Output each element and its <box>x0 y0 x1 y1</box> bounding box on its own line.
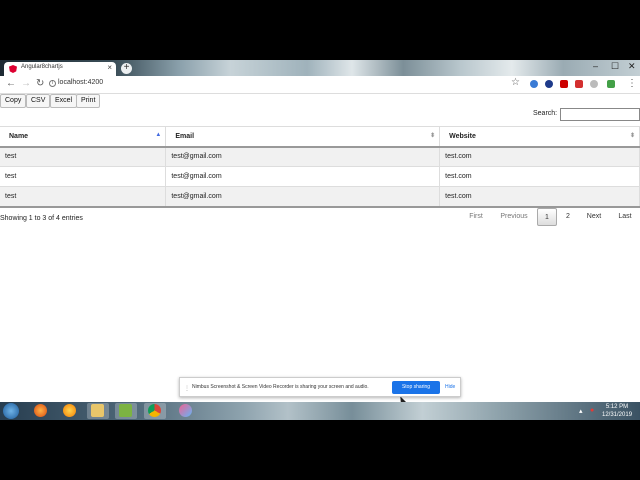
cell-name: test <box>0 166 167 187</box>
pager-page-1[interactable]: 1 <box>537 208 557 226</box>
minimize-button[interactable]: – <box>593 61 598 71</box>
table-row: test test@gmail.com test.com <box>0 146 640 167</box>
info-icon[interactable]: i <box>49 80 56 87</box>
menu-icon[interactable]: ⋮ <box>627 78 637 89</box>
column-header-name[interactable]: Name ▲ <box>0 126 167 148</box>
browser-tabstrip: Angular8chartjs × + – ☐ ✕ <box>0 60 640 76</box>
chrome-icon <box>148 404 161 417</box>
forward-icon[interactable]: → <box>21 78 31 89</box>
clock-date: 12/31/2019 <box>602 412 633 418</box>
share-message: Nimbus Screenshot & Screen Video Recorde… <box>192 384 369 390</box>
screen-share-bar: ⋮ Nimbus Screenshot & Screen Video Recor… <box>179 377 461 397</box>
table-row: test test@gmail.com test.com <box>0 166 640 187</box>
table-row: test test@gmail.com test.com <box>0 186 640 208</box>
tray-app-icon[interactable]: ● <box>590 407 594 414</box>
extension-icon[interactable] <box>530 80 538 88</box>
firefox-icon <box>34 404 47 417</box>
screen: Angular8chartjs × + – ☐ ✕ ← → ↻ i localh… <box>0 60 640 420</box>
app-icon <box>63 404 76 417</box>
sort-icon: ⬍ <box>629 133 635 139</box>
taskbar-app[interactable] <box>115 403 137 419</box>
cell-email: test@gmail.com <box>165 186 441 208</box>
tab-title: Angular8chartjs <box>21 64 63 70</box>
column-header-website[interactable]: Website ⬍ <box>439 126 640 148</box>
clock[interactable]: 5:12 PM 12/31/2019 <box>602 403 632 419</box>
close-icon[interactable]: × <box>107 63 112 72</box>
address-bar: ← → ↻ i localhost:4200 ☆ ⋮ <box>0 76 640 94</box>
cell-email: test@gmail.com <box>165 166 441 187</box>
pager-next[interactable]: Next <box>582 208 606 226</box>
paint-icon <box>179 404 192 417</box>
folder-icon <box>91 404 104 417</box>
cell-email: test@gmail.com <box>165 146 441 167</box>
extension-icon[interactable] <box>590 80 598 88</box>
table-info: Showing 1 to 3 of 4 entries <box>0 215 83 222</box>
chart-app-icon <box>119 404 132 417</box>
header-label: Email <box>175 132 195 140</box>
search-label: Search: <box>533 110 558 117</box>
cell-website: test.com <box>439 166 640 187</box>
cell-website: test.com <box>439 146 640 167</box>
column-header-email[interactable]: Email ⬍ <box>165 126 441 148</box>
excel-button[interactable]: Excel <box>50 94 78 108</box>
csv-button[interactable]: CSV <box>26 94 51 108</box>
drag-handle-icon[interactable]: ⋮ <box>184 385 190 392</box>
sort-icon: ⬍ <box>430 133 436 139</box>
header-label: Website <box>449 132 476 140</box>
cell-name: test <box>0 186 167 208</box>
sort-ascending-icon: ▲ <box>155 132 162 138</box>
print-button[interactable]: Print <box>76 94 101 108</box>
window-close-button[interactable]: ✕ <box>628 61 636 72</box>
taskbar-app[interactable] <box>87 403 109 419</box>
maximize-button[interactable]: ☐ <box>611 61 619 72</box>
copy-button[interactable]: Copy <box>0 94 27 108</box>
cell-website: test.com <box>439 186 640 208</box>
angular-icon <box>9 65 17 73</box>
bookmark-star-icon[interactable]: ☆ <box>511 77 520 88</box>
taskbar-app[interactable] <box>59 403 81 419</box>
taskbar: ▴ ● 5:12 PM 12/31/2019 <box>0 402 640 420</box>
hide-link[interactable]: Hide <box>445 384 455 390</box>
new-tab-button[interactable]: + <box>121 63 132 74</box>
reload-icon[interactable]: ↻ <box>36 78 44 89</box>
pager-first[interactable]: First <box>464 208 488 226</box>
extension-icon[interactable] <box>607 80 615 88</box>
search-input[interactable] <box>560 108 640 121</box>
header-label: Name <box>9 132 29 140</box>
pager-previous[interactable]: Previous <box>496 208 532 226</box>
data-table: Name ▲ Email ⬍ Website ⬍ test test@gmail… <box>0 126 640 208</box>
back-icon[interactable]: ← <box>6 78 16 89</box>
cell-name: test <box>0 146 167 167</box>
browser-tab[interactable]: Angular8chartjs × <box>4 62 116 76</box>
taskbar-app[interactable] <box>144 403 166 419</box>
taskbar-app[interactable] <box>30 403 52 419</box>
pager-page-2[interactable]: 2 <box>560 208 576 226</box>
windows-start-icon[interactable] <box>3 403 19 419</box>
clock-time: 5:12 PM <box>605 404 629 410</box>
extension-icon[interactable] <box>575 80 583 88</box>
taskbar-app[interactable] <box>175 403 197 419</box>
tray-arrow-icon[interactable]: ▴ <box>579 407 583 415</box>
pager-last[interactable]: Last <box>614 208 636 226</box>
extension-icon[interactable] <box>545 80 553 88</box>
url-field[interactable]: localhost:4200 <box>58 79 103 86</box>
extension-icon[interactable] <box>560 80 568 88</box>
stop-sharing-button[interactable]: Stop sharing <box>392 381 440 394</box>
page-content: Copy CSV Excel Print Search: Name ▲ Emai… <box>0 94 640 405</box>
